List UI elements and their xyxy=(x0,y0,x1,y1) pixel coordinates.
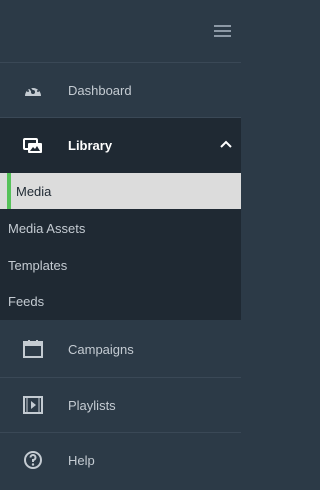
calendar-icon xyxy=(23,339,43,359)
sidebar-item-campaigns[interactable]: Campaigns xyxy=(0,322,241,376)
submenu-item-media[interactable]: Media xyxy=(0,173,241,209)
sidebar-item-help[interactable]: Help xyxy=(0,433,241,487)
submenu-item-label: Media xyxy=(16,183,52,199)
sidebar-item-playlists[interactable]: Playlists xyxy=(0,378,241,432)
submenu-item-media-assets[interactable]: Media Assets xyxy=(0,210,241,246)
submenu-item-label: Templates xyxy=(8,257,68,273)
sidebar-item-label: Dashboard xyxy=(68,82,132,98)
images-icon xyxy=(23,136,43,156)
sidebar-item-library[interactable]: Library xyxy=(0,118,241,173)
gauge-icon xyxy=(23,80,43,100)
question-circle-icon xyxy=(23,450,43,470)
play-box-icon xyxy=(23,395,43,415)
submenu-item-feeds[interactable]: Feeds xyxy=(0,283,241,319)
sidebar-item-label: Help xyxy=(68,452,95,468)
sidebar-item-dashboard[interactable]: Dashboard xyxy=(0,63,241,117)
sidebar: Dashboard Library Media Media Assets Tem… xyxy=(0,0,241,490)
active-indicator xyxy=(7,173,11,209)
chevron-up-icon[interactable] xyxy=(220,140,232,148)
submenu-item-templates[interactable]: Templates xyxy=(0,247,241,283)
sidebar-item-label: Library xyxy=(68,138,113,153)
submenu-item-label: Feeds xyxy=(8,293,45,309)
sidebar-topbar xyxy=(0,0,241,62)
sidebar-item-label: Playlists xyxy=(68,397,116,413)
submenu-item-label: Media Assets xyxy=(8,220,86,236)
menu-icon[interactable] xyxy=(214,25,231,37)
sidebar-item-label: Campaigns xyxy=(68,341,134,357)
library-submenu: Media Media Assets Templates Feeds xyxy=(0,173,241,320)
